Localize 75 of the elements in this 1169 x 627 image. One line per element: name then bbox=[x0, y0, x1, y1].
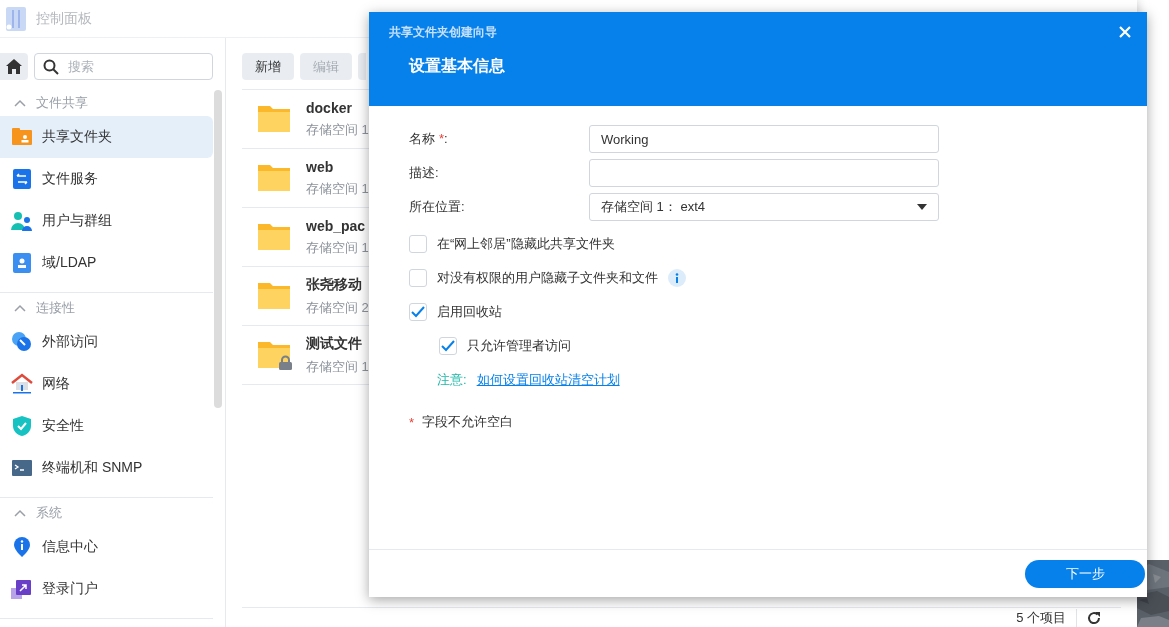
window-title: 控制面板 bbox=[36, 9, 92, 28]
sidebar-item[interactable]: 登录门户 bbox=[0, 568, 213, 610]
required-mark: * bbox=[409, 414, 415, 430]
sidebar-item[interactable]: 共享文件夹 bbox=[0, 116, 213, 158]
help-link[interactable]: 如何设置回收站清空计划 bbox=[476, 371, 620, 389]
sidebar-item[interactable]: 域/LDAP bbox=[0, 242, 213, 284]
scrollbar[interactable] bbox=[214, 90, 222, 408]
folder-icon bbox=[258, 222, 290, 250]
search-field[interactable]: 搜索 bbox=[34, 53, 213, 80]
location-dropdown[interactable]: 存储空间 1： ext4 bbox=[589, 193, 939, 221]
checkbox-label: 在“网上邻居”隐藏此共享文件夹 bbox=[437, 235, 615, 253]
sidebar-item-icon bbox=[11, 457, 33, 479]
sidebar-item-icon bbox=[11, 252, 33, 274]
sidebar-item-icon bbox=[11, 210, 33, 232]
sidebar-item-icon bbox=[11, 126, 33, 148]
field-label: 所在位置: bbox=[409, 198, 466, 216]
checkbox-label: 启用回收站 bbox=[437, 303, 502, 321]
sidebar-item-icon bbox=[11, 578, 33, 600]
refresh-icon[interactable] bbox=[1087, 610, 1101, 625]
checkbox-label: 只允许管理者访问 bbox=[467, 337, 571, 355]
sidebar-item[interactable]: 终端机和 SNMP bbox=[0, 447, 213, 489]
folder-location: 存储空间 2 bbox=[306, 298, 369, 317]
checkbox[interactable] bbox=[409, 269, 427, 287]
item-count: 5 个项目 bbox=[1016, 608, 1077, 627]
checkbox[interactable] bbox=[409, 303, 427, 321]
chevron-icon[interactable] bbox=[14, 304, 26, 312]
sidebar-item[interactable]: 信息中心 bbox=[0, 526, 213, 568]
section-title: 系统 bbox=[36, 504, 62, 522]
folder-location: 存储空间 1 bbox=[306, 179, 369, 198]
required-note: 字段不允许空白 bbox=[422, 413, 514, 431]
checkbox-label: 对没有权限的用户隐藏子文件夹和文件 bbox=[437, 269, 658, 287]
sidebar-item[interactable]: 文件服务 bbox=[0, 158, 213, 200]
sidebar-item-icon bbox=[11, 331, 33, 353]
section-title: 连接性 bbox=[36, 299, 75, 317]
next-button[interactable]: 下一步 bbox=[1025, 559, 1145, 588]
toolbar-button[interactable] bbox=[358, 53, 366, 80]
folder-location: 存储空间 1 bbox=[306, 238, 369, 257]
dialog-title: 共享文件夹创建向导 bbox=[389, 23, 497, 41]
chevron-icon[interactable] bbox=[14, 99, 26, 107]
folder-name: web_pac bbox=[306, 217, 367, 234]
note-label: 注意: bbox=[437, 371, 467, 389]
folder-icon bbox=[258, 281, 290, 309]
home-icon bbox=[6, 59, 22, 74]
field-label: 名称 *: bbox=[409, 130, 449, 148]
home-button[interactable] bbox=[0, 53, 28, 80]
folder-icon bbox=[258, 104, 290, 132]
search-icon bbox=[43, 59, 59, 75]
sidebar-item[interactable]: 用户与群组 bbox=[0, 200, 213, 242]
text-field[interactable]: Working bbox=[589, 125, 939, 153]
folder-location: 存储空间 1 bbox=[306, 357, 369, 376]
section-title: 文件共享 bbox=[36, 94, 88, 112]
checkbox[interactable] bbox=[409, 235, 427, 253]
text-field[interactable] bbox=[589, 159, 939, 187]
sidebar-item[interactable]: 网络 bbox=[0, 363, 213, 405]
checkbox[interactable] bbox=[439, 337, 457, 355]
sidebar-item-icon bbox=[11, 373, 33, 395]
sidebar-item[interactable]: 外部访问 bbox=[0, 321, 213, 363]
sidebar-item-icon bbox=[11, 536, 33, 558]
sidebar-item-icon bbox=[11, 415, 33, 437]
control-panel-icon bbox=[4, 5, 28, 32]
dialog-heading: 设置基本信息 bbox=[407, 56, 506, 76]
toolbar-button[interactable]: 新增 bbox=[242, 53, 294, 80]
sidebar-item[interactable]: 安全性 bbox=[0, 405, 213, 447]
chevron-icon[interactable] bbox=[14, 509, 26, 517]
folder-name: 测试文件 bbox=[306, 334, 363, 353]
field-label: 描述: bbox=[409, 164, 440, 182]
folder-name: web bbox=[306, 158, 335, 175]
folder-name: docker bbox=[306, 99, 353, 116]
sidebar-item-icon bbox=[11, 168, 33, 190]
folder-icon bbox=[258, 163, 290, 191]
folder-name: 张尧移动 bbox=[306, 275, 363, 294]
close-icon[interactable] bbox=[1117, 24, 1133, 40]
folder-location: 存储空间 1 bbox=[306, 120, 369, 139]
caret-icon bbox=[917, 204, 927, 210]
info-icon[interactable] bbox=[668, 269, 686, 287]
